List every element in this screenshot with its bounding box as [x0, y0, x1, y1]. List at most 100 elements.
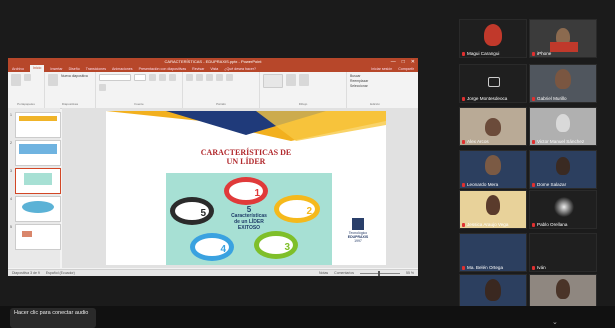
tab-animaciones[interactable]: Animaciones	[112, 67, 133, 71]
muted-mic-icon	[532, 139, 535, 144]
participant-name: Jessica Araujo Vega	[467, 222, 509, 227]
muted-mic-icon	[532, 182, 535, 187]
participant-video	[555, 69, 571, 89]
participant-video	[485, 279, 501, 301]
minimize-button[interactable]: —	[391, 59, 396, 65]
participant-tile[interactable]: Victor Manuel Sánchez	[529, 107, 597, 146]
participant-name-row: Leonardo Mera	[462, 182, 524, 187]
close-button[interactable]: ✕	[411, 59, 415, 65]
participant-tile[interactable]: Ma. Belén Ortega	[459, 233, 527, 272]
muted-mic-icon	[462, 222, 465, 227]
thumb-number: 2	[10, 141, 12, 145]
slide-thumbnail[interactable]: 1	[10, 112, 61, 138]
participant-tile[interactable]: iPhone	[529, 19, 597, 58]
tab-diseno[interactable]: Diseño	[69, 67, 80, 71]
underline-icon[interactable]	[169, 74, 176, 81]
zoom-level[interactable]: 55 %	[406, 271, 414, 275]
ribbon-group-paragraph: Párrafo	[183, 72, 260, 108]
participant-name-row: Ma. Belén Ortega	[462, 265, 524, 270]
thumb-art	[24, 173, 52, 185]
zoom-slider[interactable]	[360, 270, 401, 276]
arrange-icon[interactable]	[286, 74, 296, 86]
tab-vista[interactable]: Vista	[210, 67, 218, 71]
thumb-art	[22, 201, 54, 213]
slide-thumbnail[interactable]: 2	[10, 140, 61, 166]
participant-name-row: Iván	[532, 265, 594, 270]
tell-me-search[interactable]: ¿Qué desea hacer?	[224, 67, 256, 71]
slide-title-line2: UN LÍDER	[226, 157, 266, 166]
participant-name: Alex Arcos	[467, 139, 489, 144]
participant-video	[556, 157, 570, 175]
font-name-select[interactable]	[99, 74, 131, 81]
align-left-icon[interactable]	[206, 74, 213, 81]
numbering-icon[interactable]	[196, 74, 203, 81]
participant-name: Leonardo Mera	[467, 182, 499, 187]
participant-name-row: Magui Carangui	[462, 51, 524, 56]
slide-title-line1: CARACTERÍSTICAS DE	[200, 148, 292, 157]
ring-number: 1	[254, 188, 260, 199]
connect-audio-tooltip[interactable]: Hacer clic para conectar audio	[10, 308, 96, 328]
new-slide-icon[interactable]	[48, 74, 58, 86]
ring-5: 5	[170, 197, 214, 225]
quick-styles-icon[interactable]	[299, 74, 309, 86]
status-bar: Diapositiva 3 de 9 Español (Ecuador) Not…	[8, 269, 418, 276]
logo-mark-icon	[352, 218, 364, 230]
align-right-icon[interactable]	[226, 74, 233, 81]
tab-revisar[interactable]: Revisar	[192, 67, 204, 71]
teddy-bear-avatar	[484, 24, 502, 46]
participant-tile[interactable]: Pablo Orellana	[529, 190, 597, 229]
participant-tile[interactable]: Alex Arcos	[459, 107, 527, 146]
participant-tile[interactable]: Magui Carangui	[459, 19, 527, 58]
paste-icon[interactable]	[11, 74, 21, 86]
comments-button[interactable]: Comentarios	[334, 271, 354, 275]
participant-tile[interactable]: Gabriel Murillo	[529, 64, 597, 103]
font-color-icon[interactable]	[99, 84, 106, 91]
replace-button[interactable]: Reemplazar	[350, 79, 400, 83]
ribbon-group-font: Fuente	[96, 72, 183, 108]
participant-tile[interactable]: Leonardo Mera	[459, 150, 527, 189]
participant-name: Gabriel Murillo	[537, 96, 567, 101]
slide-thumbnail[interactable]: 4	[10, 196, 61, 222]
sign-in-link[interactable]: Iniciar sesión	[371, 67, 392, 71]
slide-thumbnails-pane[interactable]: 1 2 3 4 5	[8, 108, 61, 268]
muted-mic-icon	[462, 182, 465, 187]
thumb-art	[19, 116, 57, 121]
shapes-gallery[interactable]	[263, 74, 283, 88]
participant-name-row: Dome Salazar	[532, 182, 594, 187]
slide-editor[interactable]: CARACTERÍSTICAS DE UN LÍDER 1 2 3 4 5 5 …	[62, 108, 418, 268]
find-button[interactable]: Buscar	[350, 74, 400, 78]
participant-name-row: iPhone	[532, 51, 594, 56]
participant-tile[interactable]: Dome Salazar	[529, 150, 597, 189]
align-center-icon[interactable]	[216, 74, 223, 81]
camera-off-icon	[488, 77, 500, 87]
participant-tile[interactable]: Iván	[529, 233, 597, 272]
participant-name: iPhone	[537, 51, 552, 56]
slide-thumbnail[interactable]: 5	[10, 224, 61, 250]
participant-name-row: Alex Arcos	[462, 139, 524, 144]
bold-icon[interactable]	[149, 74, 156, 81]
participant-tile[interactable]: Jessica Araujo Vega	[459, 190, 527, 229]
italic-icon[interactable]	[159, 74, 166, 81]
participant-tile[interactable]: Jorge Montesdeoca	[459, 64, 527, 103]
language-indicator[interactable]: Español (Ecuador)	[46, 271, 75, 275]
share-button[interactable]: Compartir	[398, 67, 414, 71]
chevron-down-icon[interactable]: ⌄	[552, 318, 558, 326]
select-button[interactable]: Seleccionar	[350, 84, 400, 88]
cut-icon[interactable]	[24, 74, 31, 81]
tab-archivo[interactable]: Archivo	[12, 67, 24, 71]
ribbon-tabs: Archivo Inicio Insertar Diseño Transicio…	[8, 65, 418, 72]
current-slide[interactable]: CARACTERÍSTICAS DE UN LÍDER 1 2 3 4 5 5 …	[106, 111, 386, 265]
tab-inicio[interactable]: Inicio	[29, 65, 45, 72]
bullets-icon[interactable]	[186, 74, 193, 81]
window-title: CARACTERÍSTICAS - EDUPRAXIS.pptx - Power…	[164, 59, 262, 64]
tab-presentacion[interactable]: Presentación con diapositivas	[139, 67, 187, 71]
font-size-select[interactable]	[134, 74, 146, 81]
new-slide-label[interactable]: Nueva diapositiva	[61, 74, 88, 86]
tab-insertar[interactable]: Insertar	[50, 67, 62, 71]
slide-thumbnail-selected[interactable]: 3	[10, 168, 61, 194]
participant-name: Ma. Belén Ortega	[467, 265, 504, 270]
maximize-button[interactable]: □	[402, 59, 405, 65]
notes-button[interactable]: Notas	[319, 271, 328, 275]
tab-transiciones[interactable]: Transiciones	[86, 67, 106, 71]
muted-mic-icon	[532, 96, 535, 101]
